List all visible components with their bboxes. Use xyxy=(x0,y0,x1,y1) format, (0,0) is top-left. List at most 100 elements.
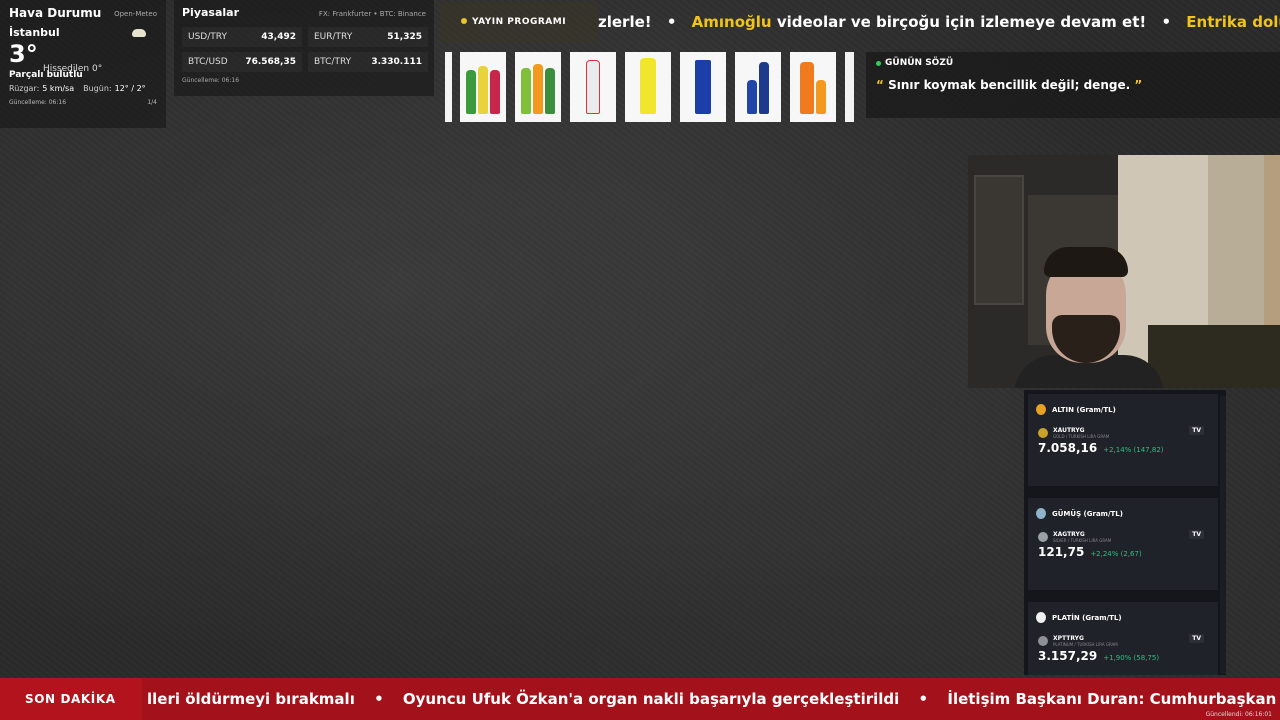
metal-price: 3.157,29 xyxy=(1038,649,1098,663)
metal-symbol: XAGTRYG xyxy=(1053,531,1085,538)
market-btc-usd: BTC/USD 76.568,35 xyxy=(182,52,302,72)
metal-card-gold: ALTIN (Gram/TL) XAUTRYG GOLD / TURKISH LI… xyxy=(1028,394,1218,486)
market-usd-try: USD/TRY 43,492 xyxy=(182,27,302,47)
product-strip xyxy=(445,52,857,122)
product-image xyxy=(680,52,726,122)
markets-updated: Güncelleme: 06:16 xyxy=(182,77,240,84)
coin-icon xyxy=(1038,428,1048,438)
metal-price: 7.058,16 xyxy=(1038,441,1098,455)
bottle-image xyxy=(816,80,826,114)
metal-price-row: 121,75 +2,24% (2,67) xyxy=(1038,545,1208,559)
product-image xyxy=(570,52,616,122)
market-value: 51,325 xyxy=(387,32,422,42)
metal-title: PLATİN (Gram/TL) xyxy=(1052,613,1122,622)
metal-symbol-row: XAGTRYG SILVER / TURKISH LIRA GRAM xyxy=(1038,531,1208,543)
quote-text: Sınır koymak bencillik değil; denge. xyxy=(888,78,1131,92)
market-label: BTC/USD xyxy=(188,57,228,67)
wind-value: 5 km/sa xyxy=(42,84,75,93)
bottle-image xyxy=(545,68,555,114)
news-updated: Güncellendi: 06:16:01 xyxy=(1205,711,1272,718)
metal-change: +2,24% (2,67) xyxy=(1090,550,1142,558)
bottle-image xyxy=(640,58,656,114)
can-image xyxy=(695,60,711,114)
ticker-highlight: Amınoğlu xyxy=(691,13,772,31)
partly-cloudy-icon xyxy=(132,29,146,37)
metal-change: +2,14% (147,82) xyxy=(1103,446,1164,454)
ticker-text-2: videolar ve birçoğu için izlemeye devam … xyxy=(776,13,1147,31)
metal-change: +1,90% (58,75) xyxy=(1103,654,1160,662)
quote-close-mark: ” xyxy=(1134,78,1143,92)
product-image-partial xyxy=(845,52,854,122)
medal-icon xyxy=(1036,508,1046,519)
top-ticker: zlerle! • Amınoğlu videolar ve birçoğu i… xyxy=(598,8,1280,36)
bottle-image xyxy=(521,68,531,114)
metal-desc: PLATINUM / TURKISH LIRA GRAM xyxy=(1053,642,1118,647)
weather-page: 1/4 xyxy=(147,99,157,106)
bottle-image xyxy=(586,60,600,114)
market-label: EUR/TRY xyxy=(314,32,353,42)
tradingview-icon[interactable]: TV xyxy=(1189,530,1204,539)
markets-widget: Piyasalar FX: Frankfurter • BTC: Binance… xyxy=(174,0,434,96)
weather-updated: Güncelleme: 06:16 xyxy=(9,99,67,106)
coin-icon xyxy=(1038,636,1048,646)
ticker-text-1: zlerle! xyxy=(598,13,652,31)
market-btc-try: BTC/TRY 3.330.111 xyxy=(308,52,428,72)
quote-of-day: GÜNÜN SÖZÜ “ Sınır koymak bencillik deği… xyxy=(866,52,1280,118)
webcam-door xyxy=(974,175,1024,305)
metal-symbol: XAUTRYG xyxy=(1053,427,1085,434)
bottle-image xyxy=(747,80,757,114)
ticker-separator: • xyxy=(1161,13,1172,31)
news-item: İletişim Başkanı Duran: Cumhurbaşkan xyxy=(947,690,1277,708)
product-image xyxy=(625,52,671,122)
weather-feels-like: Hissedilen 0° xyxy=(43,64,103,74)
webcam-feed xyxy=(968,155,1280,388)
metal-desc: SILVER / TURKISH LIRA GRAM xyxy=(1053,538,1112,543)
schedule-label: YAYIN PROGRAMI xyxy=(472,17,567,27)
product-image xyxy=(515,52,561,122)
news-item: Oyuncu Ufuk Özkan'a organ nakli başarıyl… xyxy=(402,690,900,708)
weather-source: Open-Meteo xyxy=(114,10,157,18)
bottle-image xyxy=(478,66,488,114)
bottle-image xyxy=(490,70,500,114)
quote-title: GÜNÜN SÖZÜ xyxy=(876,58,1270,68)
metal-card-silver: GÜMÜŞ (Gram/TL) XAGTRYG SILVER / TURKISH … xyxy=(1028,498,1218,590)
metal-title: ALTIN (Gram/TL) xyxy=(1052,405,1116,414)
market-value: 3.330.111 xyxy=(371,57,422,67)
news-item: lleri öldürmeyi bırakmalı xyxy=(147,690,355,708)
today-label: Bugün: xyxy=(83,84,112,93)
market-eur-try: EUR/TRY 51,325 xyxy=(308,27,428,47)
metal-header: ALTIN (Gram/TL) xyxy=(1036,404,1208,415)
metal-price-row: 3.157,29 +1,90% (58,75) xyxy=(1038,649,1208,663)
breaking-news-label: SON DAKİKA xyxy=(0,678,142,720)
metals-widget: ALTIN (Gram/TL) XAUTRYG GOLD / TURKISH LI… xyxy=(1024,390,1226,675)
tradingview-icon[interactable]: TV xyxy=(1189,634,1204,643)
metal-desc: GOLD / TURKISH LIRA GRAM xyxy=(1053,434,1110,439)
markets-source: FX: Frankfurter • BTC: Binance xyxy=(318,10,426,18)
medal-icon xyxy=(1036,612,1046,623)
product-image xyxy=(790,52,836,122)
metals-scrollbar[interactable] xyxy=(1220,396,1226,674)
ticker-separator: • xyxy=(666,13,677,31)
product-image xyxy=(460,52,506,122)
news-separator: • xyxy=(374,690,384,708)
bottle-image xyxy=(533,64,543,114)
news-separator: • xyxy=(918,690,929,708)
medal-icon xyxy=(1036,404,1046,415)
market-label: USD/TRY xyxy=(188,32,227,42)
streamer-hair xyxy=(1044,247,1128,277)
tradingview-icon[interactable]: TV xyxy=(1189,426,1204,435)
bottle-image xyxy=(800,62,814,114)
metal-header: PLATİN (Gram/TL) xyxy=(1036,612,1208,623)
quote-open-mark: “ xyxy=(876,78,884,92)
quote-text-line: “ Sınır koymak bencillik değil; denge. ” xyxy=(876,78,1270,92)
metal-price-row: 7.058,16 +2,14% (147,82) xyxy=(1038,441,1208,455)
webcam-sofa xyxy=(1148,325,1280,388)
weather-details: Rüzgar: 5 km/sa Bugün: 12° / 2° xyxy=(9,84,157,93)
market-label: BTC/TRY xyxy=(314,57,352,67)
ticker-text-3: Entrika dolu Kısmet xyxy=(1186,13,1280,31)
metal-symbol: XPTTRYG xyxy=(1053,635,1084,642)
coin-icon xyxy=(1038,532,1048,542)
metal-title: GÜMÜŞ (Gram/TL) xyxy=(1052,509,1123,518)
markets-grid: USD/TRY 43,492 EUR/TRY 51,325 BTC/USD 76.56… xyxy=(182,27,428,77)
metal-symbol-row: XAUTRYG GOLD / TURKISH LIRA GRAM xyxy=(1038,427,1208,439)
